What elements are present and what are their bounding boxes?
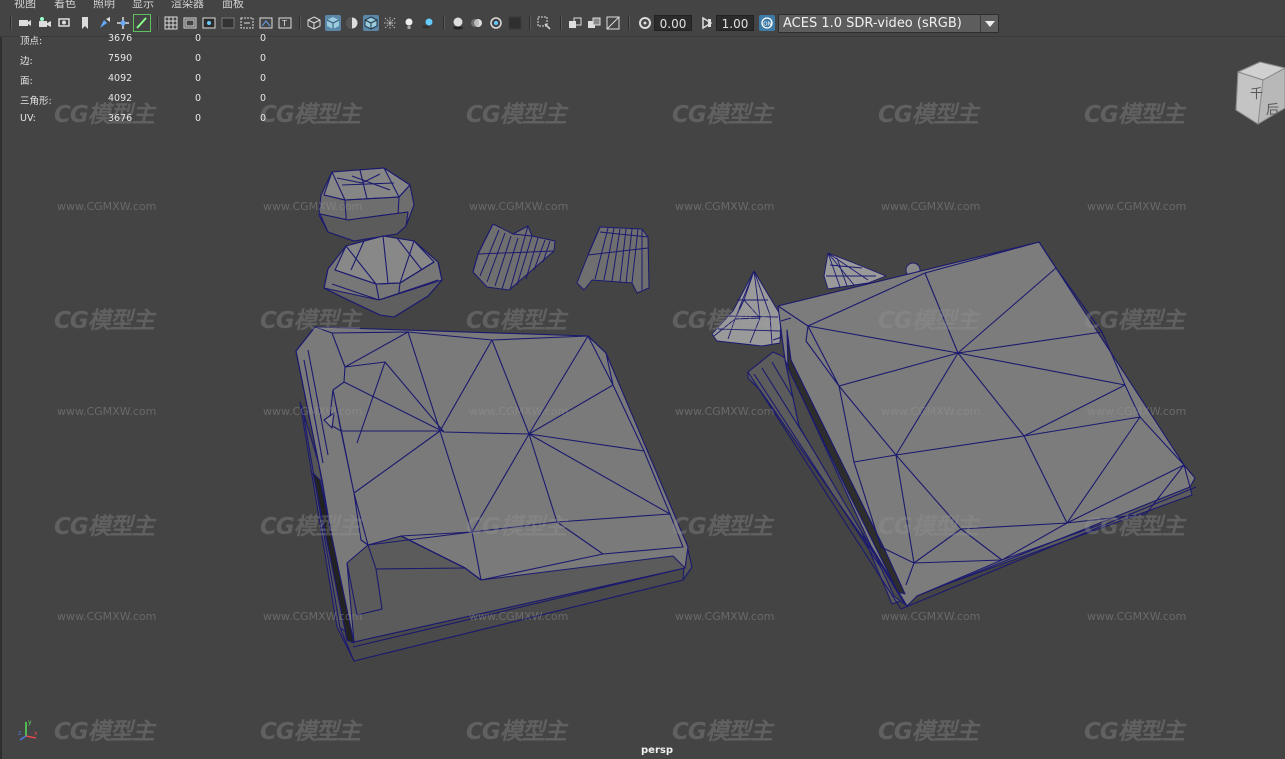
view-cube[interactable]: 千 后 <box>1230 58 1285 134</box>
image-plane-icon[interactable] <box>77 15 93 31</box>
axis-label-y: y <box>28 719 32 726</box>
hud-value: 0 <box>260 53 267 64</box>
hud-row-triangles: 三角形: 4092 0 0 <box>20 93 280 107</box>
toolbar-separator <box>443 16 445 30</box>
toolbar-separator <box>299 16 301 30</box>
xray-joints-icon[interactable] <box>536 15 552 31</box>
motion-blur-icon[interactable] <box>469 15 485 31</box>
exposure-icon[interactable] <box>699 15 715 31</box>
hud-value: 3676 <box>108 33 133 44</box>
smooth-shade-icon[interactable] <box>325 15 341 31</box>
hud-label: 三角形: <box>20 96 52 107</box>
gate-mask-icon[interactable] <box>220 15 236 31</box>
color-space-value: ACES 1.0 SDR-video (sRGB) <box>783 16 962 31</box>
resolution-gate-icon[interactable] <box>201 15 217 31</box>
viewport-3d[interactable]: CG模型主 CG模型主 CG模型主 CG模型主 CG模型主 CG模型主 www.… <box>0 37 1285 759</box>
use-lights-icon[interactable] <box>401 15 417 31</box>
camera-name-label: persp <box>641 745 673 756</box>
camera-select-icon[interactable] <box>17 15 33 31</box>
menu-view[interactable]: 视图 <box>14 0 36 9</box>
two-d-pan-icon[interactable] <box>115 15 131 31</box>
gamma-icon[interactable] <box>637 15 653 31</box>
isolate-select-icon[interactable] <box>507 15 523 31</box>
hud-value: 3676 <box>108 113 133 124</box>
color-management-icon[interactable]: ON <box>759 15 775 31</box>
view-cube-face-label: 千 <box>1250 87 1263 102</box>
hud-value: 0 <box>260 33 267 44</box>
mesh-small-box-top[interactable] <box>318 167 415 242</box>
hud-value: 0 <box>260 113 267 124</box>
camera-attributes-icon[interactable] <box>37 15 53 31</box>
hud-value: 0 <box>260 73 267 84</box>
shadows-icon[interactable] <box>420 15 436 31</box>
exposure-field[interactable]: 1.00 <box>716 15 754 31</box>
menu-show[interactable]: 显示 <box>132 0 154 9</box>
mesh-cone-1[interactable] <box>711 270 782 347</box>
toolbar-separator <box>529 16 531 30</box>
hud-label: UV: <box>20 113 36 124</box>
menu-lighting[interactable]: 照明 <box>93 0 115 9</box>
hud-label: 边: <box>20 56 33 67</box>
hud-value: 4092 <box>108 93 133 104</box>
svg-text:ON: ON <box>763 21 771 27</box>
svg-text:T: T <box>281 19 287 28</box>
mesh-fries-piece-2[interactable] <box>576 226 650 294</box>
xray-icon[interactable] <box>382 15 398 31</box>
mesh-pizza-box-right[interactable] <box>747 241 1197 610</box>
screen-space-ao-icon[interactable] <box>450 15 466 31</box>
film-gate-icon[interactable] <box>182 15 198 31</box>
gamma-field[interactable]: 0.00 <box>654 15 692 31</box>
color-space-dropdown[interactable]: ACES 1.0 SDR-video (sRGB) <box>778 14 999 33</box>
hud-row-edges: 边: 7590 0 0 <box>20 53 280 67</box>
field-chart-icon[interactable] <box>239 15 255 31</box>
grid-icon[interactable] <box>163 15 179 31</box>
hud-value: 7590 <box>108 53 133 64</box>
backface-icon[interactable] <box>586 15 602 31</box>
bookmark-icon[interactable] <box>57 15 73 31</box>
menu-panels[interactable]: 面板 <box>222 0 244 9</box>
view-cube-face-label: 后 <box>1266 103 1279 118</box>
hud-value: 0 <box>195 33 202 44</box>
default-material-icon[interactable] <box>344 15 360 31</box>
hud-value: 4092 <box>108 73 133 84</box>
panel-menubar: 视图 着色 照明 显示 渲染器 面板 <box>0 0 1285 9</box>
hud-value: 0 <box>195 93 202 104</box>
texture-icon[interactable] <box>605 15 621 31</box>
toolbar-separator <box>628 16 630 30</box>
menu-renderer[interactable]: 渲染器 <box>171 0 204 9</box>
hud-value: 0 <box>260 93 267 104</box>
menu-shading[interactable]: 着色 <box>54 0 76 9</box>
axis-label-z: z <box>18 730 21 737</box>
hud-value: 0 <box>195 53 202 64</box>
grease-pencil-active-icon[interactable] <box>133 14 151 32</box>
grease-pencil-icon[interactable] <box>97 15 113 31</box>
scene-meshes[interactable] <box>2 37 1285 759</box>
wireframe-icon[interactable] <box>306 15 322 31</box>
wireframe-on-shaded-icon[interactable] <box>363 15 379 31</box>
hud-value: 0 <box>195 113 202 124</box>
chevron-down-icon <box>980 15 998 32</box>
anti-alias-icon[interactable] <box>488 15 504 31</box>
safe-title-icon[interactable]: T <box>277 15 293 31</box>
hud-row-vertices: 顶点: 3676 0 0 <box>20 33 280 47</box>
safe-action-icon[interactable] <box>258 15 274 31</box>
toolbar-separator <box>10 16 12 30</box>
hud-label: 顶点: <box>20 36 43 47</box>
hud-row-uvs: UV: 3676 0 0 <box>20 113 280 125</box>
hud-row-faces: 面: 4092 0 0 <box>20 73 280 87</box>
axis-label-x: x <box>34 730 38 737</box>
xray-active-icon[interactable] <box>567 15 583 31</box>
hud-label: 面: <box>20 76 33 87</box>
mesh-pizza-box-left[interactable] <box>295 326 693 662</box>
toolbar-separator <box>157 16 159 30</box>
toolbar-separator <box>560 16 562 30</box>
mesh-fries-piece-1[interactable] <box>472 223 556 291</box>
hud-value: 0 <box>195 73 202 84</box>
axis-gizmo: y x z <box>18 716 40 746</box>
mesh-small-box-bottom[interactable] <box>323 235 443 318</box>
